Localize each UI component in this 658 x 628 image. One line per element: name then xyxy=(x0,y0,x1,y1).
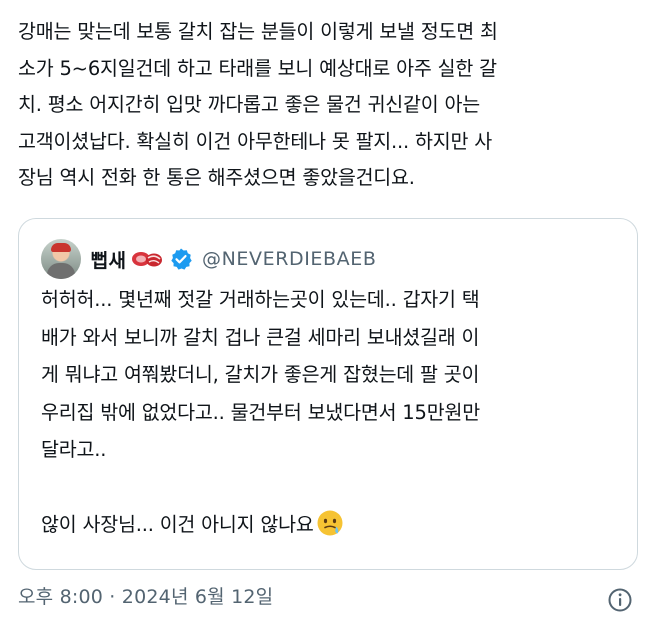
sweat-smile-emoji xyxy=(316,509,344,537)
author-handle[interactable]: @NEVERDIEBAEB xyxy=(202,248,377,270)
meat-steak-icon xyxy=(131,249,163,269)
quote-text-block: 허허허... 몇년째 젓갈 거래하는곳이 있는데.. 갑자기 택 배가 와서 보… xyxy=(41,281,631,544)
author-name[interactable]: 뻡새 xyxy=(91,246,126,273)
quoted-tweet[interactable]: 뻡새 @NEVERDIEBAEB 허허허... 몇년째 젓갈 거래하는곳이 있는… xyxy=(18,218,638,570)
verified-badge-icon xyxy=(169,247,193,271)
avatar[interactable] xyxy=(41,239,81,279)
info-icon[interactable] xyxy=(607,587,633,613)
quote-text: 허허허... 몇년째 젓갈 거래하는곳이 있는데.. 갑자기 택 배가 와서 보… xyxy=(41,288,480,536)
tweet-timestamp[interactable]: 오후 8:00 · 2024년 6월 12일 xyxy=(18,582,273,609)
quote-header: 뻡새 @NEVERDIEBAEB xyxy=(41,237,377,281)
tweet-text: 강매는 맞는데 보통 갈치 잡는 분들이 이렇게 보낼 정도면 최 소가 5~6… xyxy=(18,20,498,189)
